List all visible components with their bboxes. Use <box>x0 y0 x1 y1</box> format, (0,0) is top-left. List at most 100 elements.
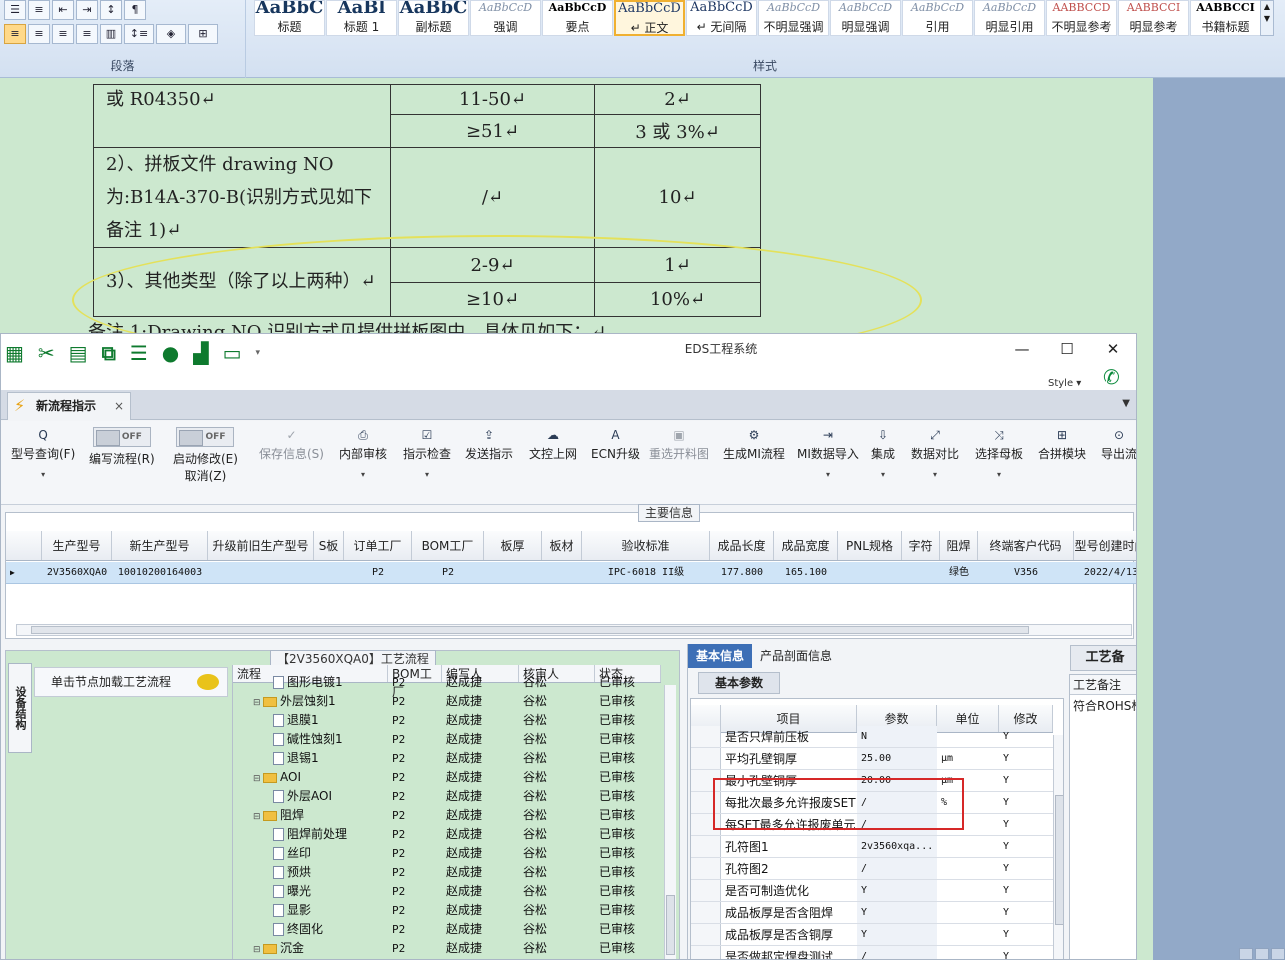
param-value[interactable]: N <box>857 726 937 747</box>
column-header[interactable]: 验收标准 <box>582 531 710 560</box>
toolbar-button[interactable]: ⚙ 生成MI流程 <box>723 427 785 462</box>
tree-row[interactable]: 预烘 P2 赵成捷 谷松 已审核 <box>233 863 661 882</box>
minimize-icon[interactable]: — <box>1007 338 1037 360</box>
row-header[interactable] <box>691 748 721 769</box>
tree-row[interactable]: 终固化 P2 赵成捷 谷松 已审核 <box>233 920 661 939</box>
shading-button[interactable]: ◈ <box>156 24 186 44</box>
toolbar-button[interactable]: A ECN升级 <box>591 427 640 462</box>
side-tab-equipment[interactable]: 设备结构 <box>8 663 32 753</box>
row-header[interactable] <box>691 858 721 879</box>
style-tile[interactable]: AaBbCcD 不明显强调 <box>758 0 829 36</box>
tree-row[interactable]: 图形电镀1 P2 赵成捷 谷松 已审核 <box>233 673 661 692</box>
tree-row[interactable]: 丝印 P2 赵成捷 谷松 已审核 <box>233 844 661 863</box>
param-value[interactable]: 25.00 <box>857 748 937 769</box>
param-value[interactable]: Y <box>857 902 937 923</box>
tree-row[interactable]: 曝光 P2 赵成捷 谷松 已审核 <box>233 882 661 901</box>
tree-row[interactable]: 显影 P2 赵成捷 谷松 已审核 <box>233 901 661 920</box>
tree-row[interactable]: 退锡1 P2 赵成捷 谷松 已审核 <box>233 749 661 768</box>
chevron-down-icon[interactable]: ▾ <box>403 470 451 479</box>
scroll-thumb[interactable] <box>1055 795 1063 925</box>
row-header[interactable] <box>691 726 721 747</box>
numbering-button[interactable]: ≡ <box>28 0 50 20</box>
phone-icon[interactable]: ✆ <box>1103 365 1120 389</box>
tab-menu-icon[interactable]: ▼ <box>1122 398 1130 409</box>
toolbar-button[interactable]: OFF 启动修改(E) 取消(Z) <box>173 427 238 485</box>
table-row[interactable]: 是否做邦定焊盘测试 / Y <box>691 946 1053 959</box>
param-value[interactable]: 2v3560xqa... <box>857 836 937 857</box>
toolbar-button[interactable]: ⊙ 导出流 <box>1101 427 1136 462</box>
table-row[interactable]: 孔符图2 / Y <box>691 858 1053 880</box>
sort-button[interactable]: ↕ <box>100 0 122 20</box>
toggle-switch[interactable]: OFF <box>92 427 151 447</box>
style-tile[interactable]: AaBbC 副标题 <box>398 0 469 36</box>
tab-new-process[interactable]: ⚡ 新流程指示 × <box>7 392 131 420</box>
row-header[interactable] <box>691 946 721 959</box>
decrease-indent-button[interactable]: ⇤ <box>52 0 74 20</box>
style-menu[interactable]: Style ▾ <box>1048 378 1081 389</box>
subtab-basic-params[interactable]: 基本参数 <box>698 672 781 694</box>
toolbar-button[interactable]: ⤨ 选择母板 ▾ <box>975 427 1023 479</box>
table-row[interactable]: 成品板厚是否含阻焊 Y Y <box>691 902 1053 924</box>
table-row[interactable]: ▶ 2V3560XQA0 10010200164003 P2 P2 IPC-6018 II… <box>6 562 1136 584</box>
maximize-icon[interactable]: ☐ <box>1052 338 1082 360</box>
horizontal-scrollbar[interactable] <box>16 624 1132 636</box>
style-tile[interactable]: AaBbC 标题 <box>254 0 325 36</box>
column-header[interactable]: PNL规格 <box>838 531 902 560</box>
style-tile[interactable]: AaBbCcD 明显引用 <box>974 0 1045 36</box>
style-tile[interactable]: AaBbCcD ↵ 正文 <box>614 0 685 36</box>
table-row[interactable]: 孔符图1 2v3560xqa... Y <box>691 836 1053 858</box>
reading-view-icon[interactable] <box>1255 948 1269 960</box>
column-header[interactable]: 升级前旧生产型号 <box>208 531 314 560</box>
tree-row[interactable]: ⊟ AOI P2 赵成捷 谷松 已审核 <box>233 768 661 787</box>
tab-close-icon[interactable]: × <box>114 393 124 419</box>
collapse-icon[interactable]: ⊟ <box>253 941 263 958</box>
column-header[interactable]: S板 <box>314 531 344 560</box>
table-row[interactable]: 平均孔壁铜厚 25.00 μm Y <box>691 748 1053 770</box>
row-selector[interactable]: ▶ <box>6 562 42 583</box>
tree-row[interactable]: ⊟ 沉金 P2 赵成捷 谷松 已审核 <box>233 939 661 958</box>
line-spacing-button[interactable]: ↕≡ <box>124 24 154 44</box>
style-tile[interactable]: AABBCCD 不明显参考 <box>1046 0 1117 36</box>
align-center-button[interactable]: ≡ <box>28 24 50 44</box>
scroll-thumb[interactable] <box>31 626 1029 634</box>
param-value[interactable]: / <box>857 858 937 879</box>
column-header[interactable]: BOM工厂 <box>412 531 484 560</box>
style-tile[interactable]: AaBbCcD 引用 <box>902 0 973 36</box>
toolbar-button[interactable]: OFF 编写流程(R) <box>89 427 155 468</box>
scroll-thumb[interactable] <box>666 895 675 955</box>
increase-indent-button[interactable]: ⇥ <box>76 0 98 20</box>
row-header[interactable] <box>691 836 721 857</box>
column-header[interactable]: 生产型号 <box>42 531 112 560</box>
tab-params[interactable]: 产品剖面信息 <box>752 644 840 668</box>
collapse-icon[interactable]: ⊟ <box>253 770 263 787</box>
param-value[interactable]: Y <box>857 924 937 945</box>
chevron-down-icon[interactable]: ▾ <box>975 470 1023 479</box>
vertical-scrollbar[interactable] <box>1053 735 1063 959</box>
justify-button[interactable]: ≡ <box>76 24 98 44</box>
collapse-icon[interactable]: ⊟ <box>253 694 263 711</box>
toolbar-button[interactable]: ⤢ 数据对比 ▾ <box>911 427 959 479</box>
chevron-down-icon[interactable]: ▾ <box>11 470 75 479</box>
chevron-down-icon[interactable]: ▾ <box>911 470 959 479</box>
print-layout-icon[interactable] <box>1239 948 1253 960</box>
table-row[interactable]: 成品板厚是否含铜厚 Y Y <box>691 924 1053 946</box>
style-tile[interactable]: AaBbCcD 要点 <box>542 0 613 36</box>
column-header[interactable]: 新生产型号 <box>112 531 208 560</box>
align-left-button[interactable]: ≡ <box>4 24 26 44</box>
style-tile[interactable]: AaBbCcD 明显强调 <box>830 0 901 36</box>
param-value[interactable]: / <box>857 946 937 959</box>
toggle-switch[interactable]: OFF <box>176 427 235 447</box>
tree-row[interactable]: ⊟ 外层蚀刻1 P2 赵成捷 谷松 已审核 <box>233 692 661 711</box>
tree-row[interactable]: 碱性蚀刻1 P2 赵成捷 谷松 已审核 <box>233 730 661 749</box>
style-tile[interactable]: AABBCCI 明显参考 <box>1118 0 1189 36</box>
column-header[interactable]: 字符 <box>902 531 940 560</box>
column-header[interactable]: 板材 <box>542 531 582 560</box>
toolbar-button[interactable]: ☑ 指示检查 ▾ <box>403 427 451 479</box>
column-header[interactable]: 阻焊 <box>940 531 978 560</box>
close-icon[interactable]: ✕ <box>1098 338 1128 360</box>
param-value[interactable]: Y <box>857 880 937 901</box>
table-row[interactable]: 是否只焊前压板 N Y <box>691 726 1053 748</box>
align-right-button[interactable]: ≡ <box>52 24 74 44</box>
borders-button[interactable]: ⊞ <box>188 24 218 44</box>
style-tile[interactable]: AaBl 标题 1 <box>326 0 397 36</box>
